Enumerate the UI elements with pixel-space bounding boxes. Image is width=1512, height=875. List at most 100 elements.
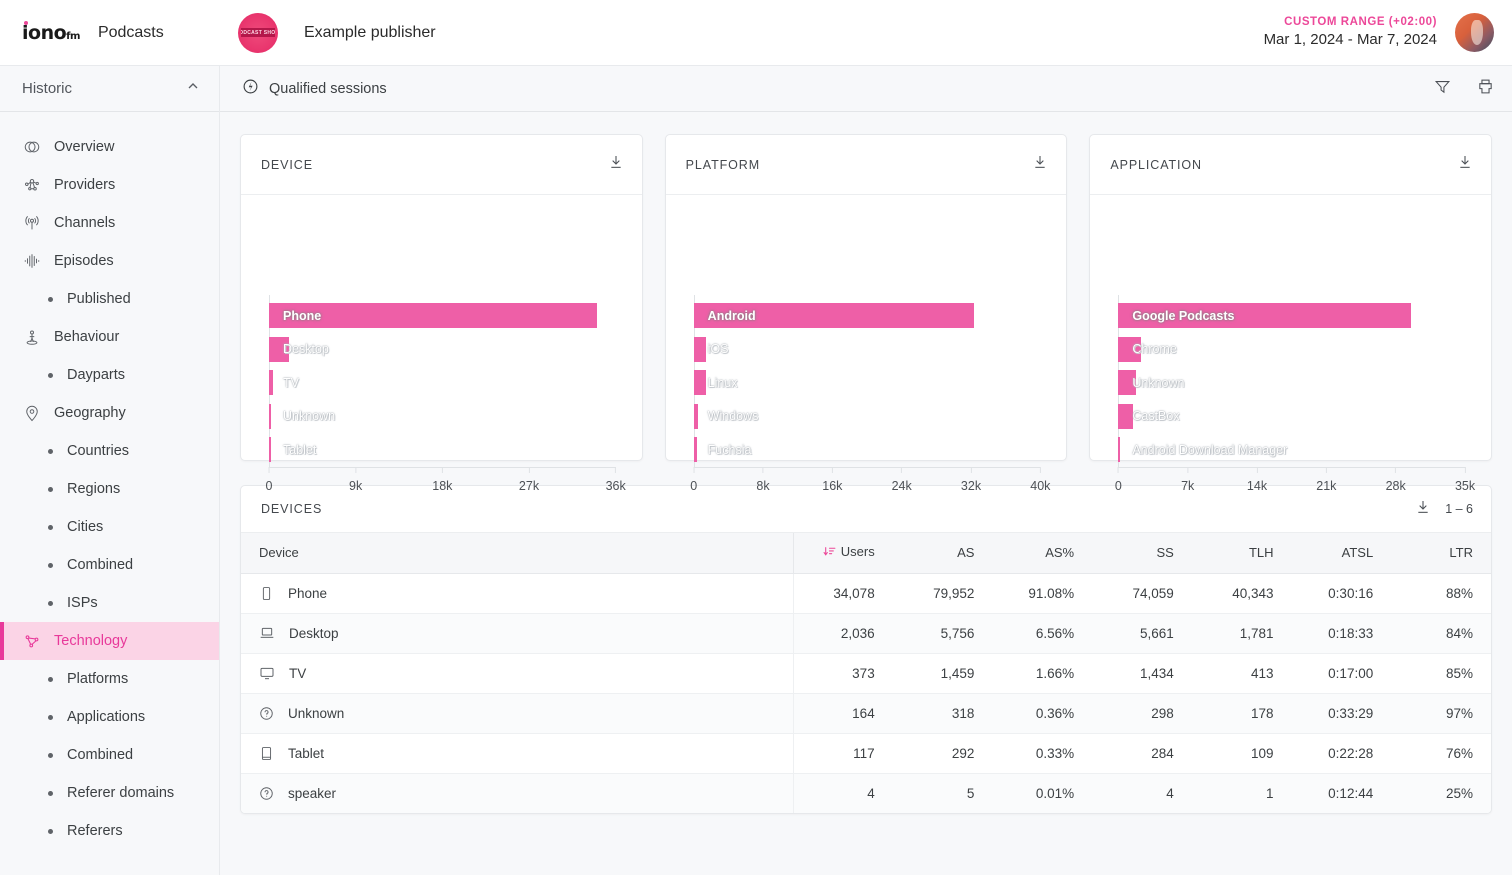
sidebar-item-channels[interactable]: Channels: [0, 204, 219, 242]
chevron-up-icon[interactable]: [185, 78, 201, 99]
bar-row[interactable]: Tablet: [269, 433, 616, 467]
sidebar-item-referer-domains[interactable]: Referer domains: [0, 774, 219, 812]
axis-tick: 35k: [1455, 467, 1475, 493]
axis-tick: 7k: [1181, 467, 1194, 493]
table-cell-ss: 4: [1166, 785, 1174, 801]
bar-row[interactable]: Google Podcasts: [1118, 299, 1465, 333]
bar-row[interactable]: Chrome: [1118, 333, 1465, 367]
sidebar-item-label: Referer domains: [67, 785, 175, 801]
sidebar-item-overview[interactable]: Overview: [0, 128, 219, 166]
table-column-header-ss[interactable]: SS: [1092, 533, 1192, 574]
subheader-tools: [1434, 78, 1494, 100]
bar-row[interactable]: Linux: [693, 366, 1041, 400]
providers-icon: [22, 175, 42, 195]
table-cell-ltr: 97%: [1391, 693, 1491, 734]
tick-mark: [970, 467, 972, 473]
sidebar-item-technology[interactable]: Technology: [0, 622, 219, 660]
bar-row[interactable]: Desktop: [269, 333, 616, 367]
axis-tick: 16k: [822, 467, 842, 493]
sidebar-item-published[interactable]: Published: [0, 280, 219, 318]
metric-selector[interactable]: Qualified sessions: [242, 78, 387, 99]
tick-mark: [831, 467, 833, 473]
bar-label: CastBox: [1132, 409, 1180, 424]
table-row[interactable]: TV 373 1,459 1.66% 1,434 413 0:17:00 85%: [241, 653, 1491, 694]
table-row[interactable]: speaker 4 5 0.01% 4 1 0:12:44 25%: [241, 773, 1491, 813]
chart-card-header: APPLICATION: [1090, 135, 1492, 195]
date-range-label: CUSTOM RANGE (+02:00): [1284, 15, 1437, 28]
bar: Chrome: [1118, 336, 1177, 362]
sidebar-header[interactable]: Historic: [0, 66, 219, 112]
table-cell-as: 5: [966, 785, 975, 801]
table-column-header-atsl[interactable]: ATSL: [1291, 533, 1392, 574]
table-cell-users: 4: [867, 785, 875, 801]
bars-group: Google Podcasts Chrome Unknown CastBox Andro…: [1118, 299, 1465, 467]
download-icon[interactable]: [1032, 154, 1048, 175]
bar-row[interactable]: Android Download Manager: [1118, 433, 1465, 467]
axis-tick: 36k: [606, 467, 626, 493]
table-column-header-users[interactable]: Users: [793, 533, 893, 574]
table-column-header-ltr[interactable]: LTR: [1391, 533, 1491, 574]
sidebar-item-label: Referers: [67, 823, 123, 839]
bar-row[interactable]: CastBox: [1118, 400, 1465, 434]
date-range-selector[interactable]: CUSTOM RANGE (+02:00) Mar 1, 2024 - Mar …: [1264, 15, 1437, 50]
table-row[interactable]: Tablet 117 292 0.33% 284 109 0:22:28 76%: [241, 733, 1491, 774]
download-icon[interactable]: [608, 154, 624, 175]
sidebar-item-label: Combined: [67, 557, 134, 573]
tick-label: 36k: [605, 479, 626, 493]
channels-icon: [22, 213, 42, 233]
sidebar-item-regions[interactable]: Regions: [0, 470, 219, 508]
sidebar-item-behaviour[interactable]: Behaviour: [0, 318, 219, 356]
bar: Unknown: [269, 403, 335, 429]
bar-row[interactable]: TV: [269, 366, 616, 400]
sidebar-item-geography[interactable]: Geography: [0, 394, 219, 432]
table-column-header-as-[interactable]: AS%: [992, 533, 1093, 574]
table-column-header-tlh[interactable]: TLH: [1191, 533, 1292, 574]
table-cell-tlh: 178: [1191, 693, 1292, 734]
chart-card-title: PLATFORM: [685, 157, 761, 172]
sidebar-item-combined[interactable]: Combined: [0, 546, 219, 584]
bar-label: Fuchsia: [707, 442, 752, 457]
axis-tick: 8k: [756, 467, 770, 493]
sidebar-item-label: Geography: [54, 405, 126, 421]
sidebar-item-isps[interactable]: ISPs: [0, 584, 219, 622]
sidebar-item-platforms[interactable]: Platforms: [0, 660, 219, 698]
bar-row[interactable]: Unknown: [1118, 366, 1465, 400]
bar-label: Windows: [707, 409, 759, 424]
bar-row[interactable]: Unknown: [269, 400, 616, 434]
pagination-range: 1 – 6: [1445, 502, 1473, 516]
sidebar-item-countries[interactable]: Countries: [0, 432, 219, 470]
sidebar-item-cities[interactable]: Cities: [0, 508, 219, 546]
print-icon[interactable]: [1477, 78, 1494, 100]
bar-row[interactable]: Android: [693, 299, 1041, 333]
filter-icon[interactable]: [1434, 78, 1451, 100]
tick-label: 18k: [432, 479, 453, 493]
bar-row[interactable]: Windows: [693, 400, 1041, 434]
user-avatar[interactable]: [1455, 13, 1494, 52]
download-icon[interactable]: [1415, 499, 1431, 520]
table-column-header-as[interactable]: AS: [892, 533, 993, 574]
tick-mark: [1039, 467, 1041, 473]
sidebar-item-applications[interactable]: Applications: [0, 698, 219, 736]
sidebar-item-combined[interactable]: Combined: [0, 736, 219, 774]
table-column-header-device[interactable]: Device: [241, 533, 794, 574]
sidebar-item-dayparts[interactable]: Dayparts: [0, 356, 219, 394]
bar: Tablet: [269, 437, 316, 463]
table-row[interactable]: Unknown 164 318 0.36% 298 178 0:33:29 97%: [241, 693, 1491, 734]
bar-row[interactable]: Phone: [269, 299, 616, 333]
x-axis-ticks: 0 7k 14k 21k 28k 35k: [1115, 467, 1475, 497]
bar-row[interactable]: Fuchsia: [693, 433, 1041, 467]
sidebar-item-providers[interactable]: Providers: [0, 166, 219, 204]
table-row[interactable]: Desktop 2,036 5,756 6.56% 5,661 1,781 0:18:33 8…: [241, 613, 1491, 654]
publisher-selector[interactable]: PODCAST SHOW Example publisher: [238, 12, 436, 53]
bar: Google Podcasts: [1118, 303, 1411, 329]
bar-row[interactable]: iOS: [693, 333, 1041, 367]
download-icon[interactable]: [1457, 154, 1473, 175]
nav-podcasts[interactable]: Podcasts: [98, 24, 164, 42]
iono-logo[interactable]: ionofm: [22, 20, 80, 44]
sidebar-item-label: Episodes: [54, 253, 114, 269]
table-row[interactable]: Phone 34,078 79,952 91.08% 74,059 40,343 0:30:…: [241, 573, 1491, 614]
sidebar-item-referers[interactable]: Referers: [0, 812, 219, 850]
unknown-icon: [259, 706, 274, 721]
bar: Linux: [693, 370, 738, 396]
sidebar-item-episodes[interactable]: Episodes: [0, 242, 219, 280]
